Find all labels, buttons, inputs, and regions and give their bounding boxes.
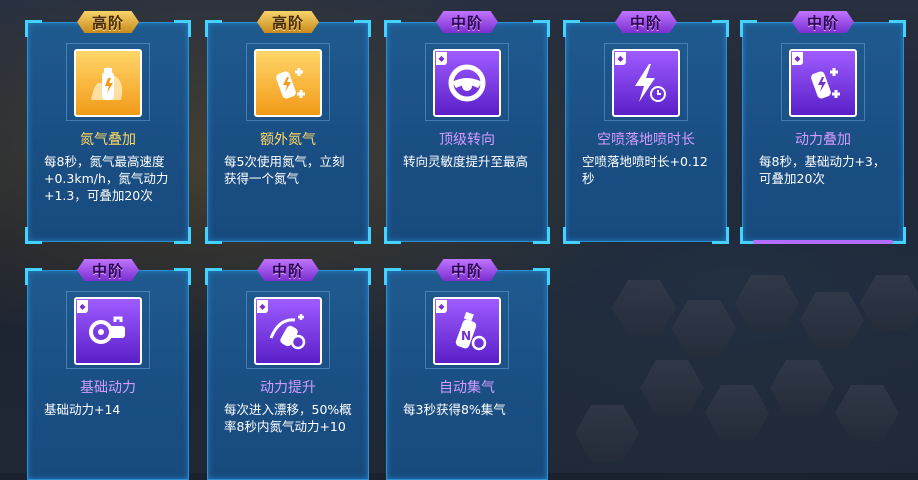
card-corner <box>174 268 191 285</box>
card-corner <box>354 20 371 37</box>
card-title: 自动集气 <box>439 380 495 396</box>
card-description: 每8秒，氮气最高速度+0.3km/h，氮气动力+1.3，可叠加20次 <box>44 154 169 203</box>
card-corner <box>563 227 580 244</box>
steering-wheel-icon: ◆ <box>433 49 501 117</box>
skill-card-nitrous-stack[interactable]: 高阶 氮气叠加 每8秒，氮气最高速度+0.3km/h，氮气动力+1.3，可叠加2… <box>25 11 191 244</box>
tier-badge: 中阶 <box>615 11 677 33</box>
card-title: 空喷落地喷时长 <box>597 132 695 148</box>
card-corner <box>740 20 757 37</box>
card-corner <box>25 268 42 285</box>
card-corner <box>205 227 222 244</box>
turbo-engine-icon: ◆ <box>74 297 142 365</box>
card-title: 氮气叠加 <box>80 132 136 148</box>
card-corner <box>384 227 401 244</box>
card-description: 每3秒获得8%集气 <box>403 402 506 417</box>
skill-card-base-power[interactable]: 中阶 ◆ 基础动力 基础动力+14 <box>25 259 191 480</box>
lightning-clock-icon: ◆ <box>612 49 680 117</box>
nitro-bottle-timer-icon: ◆ N <box>433 297 501 365</box>
tier-badge: 中阶 <box>257 259 319 281</box>
card-description: 转向灵敏度提升至最高 <box>403 154 529 169</box>
skill-card-power-stack[interactable]: 中阶 ◆ 动力叠加 每8秒，基础动力+3，可叠加20次 <box>740 11 906 244</box>
card-corner <box>533 227 550 244</box>
card-corner <box>384 20 401 37</box>
rank-tag-icon: ◆ <box>77 300 88 313</box>
card-title: 额外氮气 <box>260 132 316 148</box>
card-description: 每次进入漂移，50%概率8秒内氮气动力+10 <box>224 402 352 434</box>
card-description: 基础动力+14 <box>44 402 121 417</box>
card-corner <box>354 227 371 244</box>
rank-tag-icon: ◆ <box>615 52 626 65</box>
card-corner <box>533 20 550 37</box>
skill-card-power-boost[interactable]: 中阶 ◆ 动力提升 每次进入漂移，50%概率8秒内氮气动力+10 <box>205 259 371 480</box>
tier-badge: 中阶 <box>436 259 498 281</box>
tier-badge: 中阶 <box>77 259 139 281</box>
svg-text:N: N <box>461 329 471 343</box>
card-corner <box>205 20 222 37</box>
rank-tag-icon: ◆ <box>792 52 803 65</box>
card-title: 顶级转向 <box>439 132 495 148</box>
card-corner <box>563 20 580 37</box>
rarity-bar <box>753 240 893 244</box>
rank-tag-icon: ◆ <box>257 300 268 313</box>
power-canister-icon: ◆ <box>789 49 857 117</box>
card-title: 动力叠加 <box>795 132 851 148</box>
tier-badge: 高阶 <box>257 11 319 33</box>
card-description: 空喷落地喷时长+0.12秒 <box>582 154 708 186</box>
card-description: 每8秒，基础动力+3，可叠加20次 <box>759 154 886 186</box>
rank-tag-icon: ◆ <box>436 300 447 313</box>
tier-badge: 高阶 <box>77 11 139 33</box>
tier-badge: 中阶 <box>792 11 854 33</box>
card-corner <box>174 20 191 37</box>
card-corner <box>712 227 729 244</box>
card-corner <box>889 20 906 37</box>
card-corner <box>533 268 550 285</box>
rank-tag-icon: ◆ <box>436 52 447 65</box>
skill-card-auto-charge[interactable]: 中阶 ◆ N 自动集气 每3秒获得8%集气 <box>384 259 550 480</box>
skill-card-air-jet-duration[interactable]: 中阶 ◆ 空喷落地喷时长 空喷落地喷时长+0.12秒 <box>563 11 729 244</box>
skill-card-extra-nitrous[interactable]: 高阶 额外氮气 每5次使用氮气，立刻获得一个氮气 <box>205 11 371 244</box>
card-title: 动力提升 <box>260 380 316 396</box>
tier-badge: 中阶 <box>436 11 498 33</box>
card-corner <box>712 20 729 37</box>
drift-boost-icon: ◆ <box>254 297 322 365</box>
card-description: 每5次使用氮气，立刻获得一个氮气 <box>224 154 345 186</box>
card-title: 基础动力 <box>80 380 136 396</box>
card-corner <box>205 268 222 285</box>
skill-card-top-steering[interactable]: 中阶 ◆ 顶级转向 转向灵敏度提升至最高 <box>384 11 550 244</box>
nitrous-bottle-icon <box>74 49 142 117</box>
card-corner <box>25 227 42 244</box>
nitrous-plus-icon <box>254 49 322 117</box>
card-corner <box>174 227 191 244</box>
card-corner <box>25 20 42 37</box>
card-corner <box>384 268 401 285</box>
card-corner <box>354 268 371 285</box>
